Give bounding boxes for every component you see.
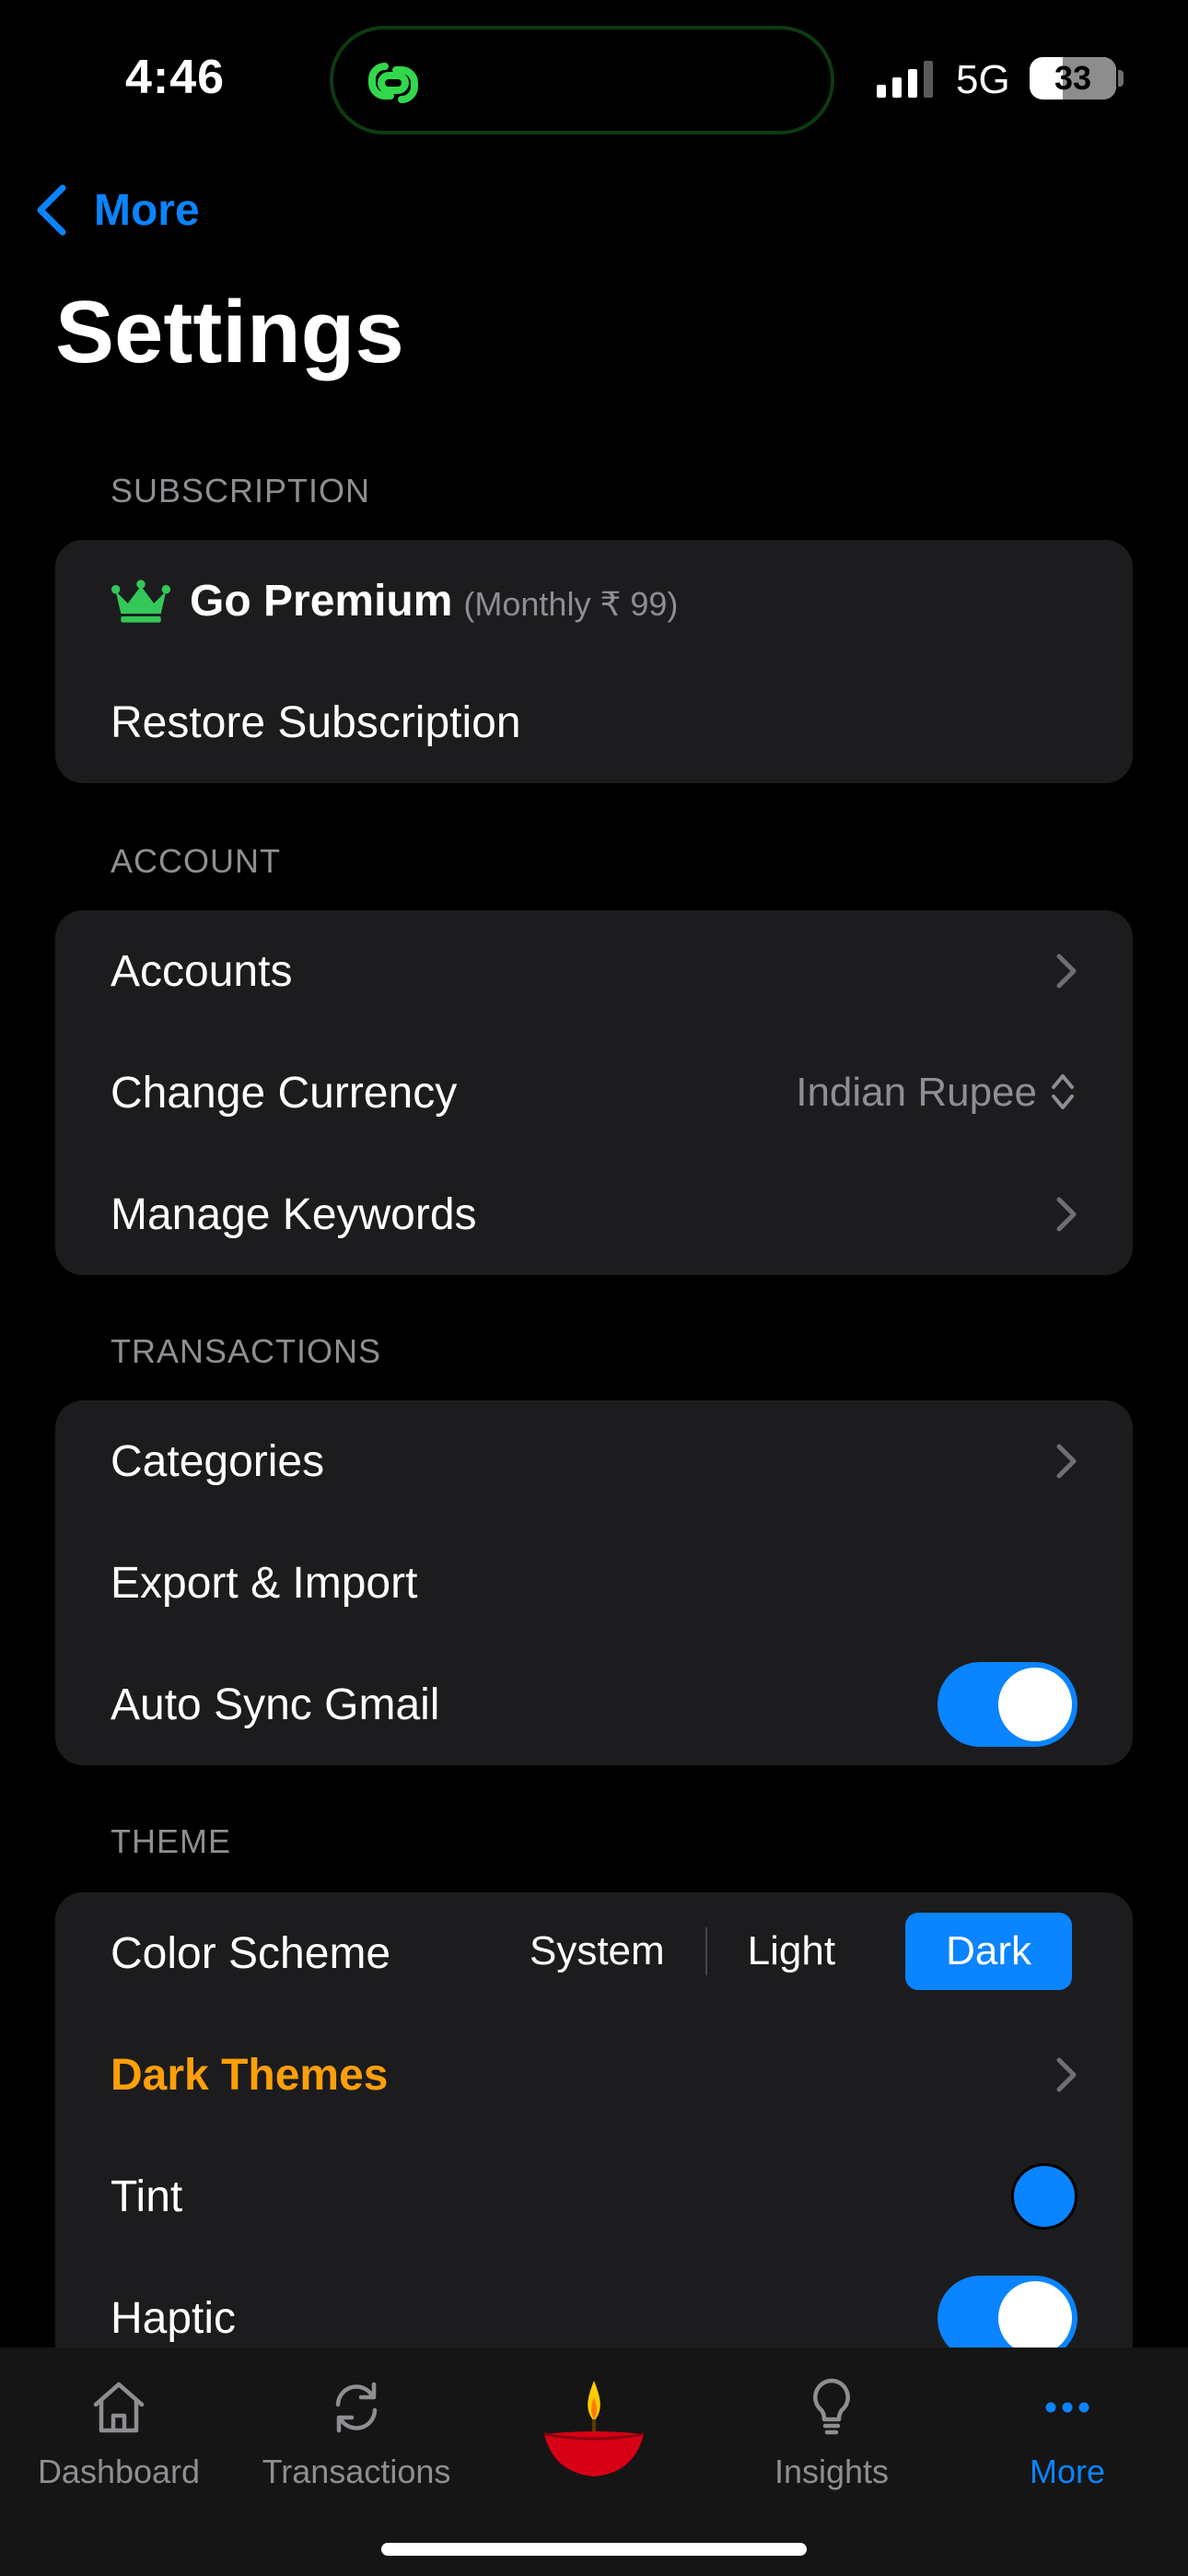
back-label: More [94, 185, 200, 235]
page-title: Settings [55, 283, 404, 381]
section-header-subscription: SUBSCRIPTION [111, 472, 371, 509]
transactions-card: Categories Export & Import Auto Sync Gma… [55, 1400, 1133, 1765]
export-import-label: Export & Import [111, 1558, 418, 1608]
tab-label: Dashboard [37, 2453, 201, 2490]
tint-row[interactable]: Tint [55, 2136, 1133, 2257]
dynamic-island[interactable] [330, 26, 834, 135]
tab-more[interactable]: More [949, 2375, 1186, 2491]
house-icon [93, 2382, 145, 2433]
auto-sync-gmail-row: Auto Sync Gmail [55, 1644, 1133, 1765]
premium-price: (Monthly ₹ 99) [463, 585, 679, 623]
threads-link-icon [368, 63, 418, 103]
categories-label: Categories [111, 1436, 325, 1486]
status-time: 4:46 [125, 51, 226, 104]
status-bar: 4:46 5G 33 [0, 0, 1188, 157]
tab-center-diya[interactable] [475, 2373, 713, 2506]
tint-label: Tint [111, 2172, 183, 2221]
chevron-up-down-icon [1052, 1074, 1074, 1109]
tab-label: More [1029, 2453, 1106, 2490]
chevron-right-icon [1056, 1444, 1077, 1479]
go-premium-label: Go Premium [190, 576, 453, 626]
tab-label: Insights [774, 2453, 890, 2490]
restore-subscription-row[interactable]: Restore Subscription [55, 662, 1133, 783]
tab-insights[interactable]: Insights [713, 2375, 950, 2491]
theme-card: Color Scheme System Light Dark Dark Them… [55, 1892, 1133, 2348]
chevron-right-icon [1056, 2057, 1077, 2092]
color-scheme-label: Color Scheme [111, 1928, 391, 1978]
crown-icon [111, 580, 171, 623]
segment-dark[interactable]: Dark [905, 1913, 1072, 1990]
auto-sync-gmail-label: Auto Sync Gmail [111, 1680, 440, 1729]
chevron-right-icon [1056, 954, 1077, 989]
manage-keywords-label: Manage Keywords [111, 1189, 477, 1239]
ellipsis-icon [1045, 2402, 1089, 2413]
section-header-transactions: TRANSACTIONS [111, 1332, 382, 1370]
network-type: 5G [956, 57, 1010, 102]
lightbulb-icon [813, 2378, 850, 2435]
segment-system[interactable]: System [489, 1913, 705, 1990]
currency-value[interactable]: Indian Rupee [796, 1070, 1037, 1116]
back-button[interactable]: More [33, 181, 200, 240]
subscription-card: Go Premium (Monthly ₹ 99) Restore Subscr… [55, 540, 1133, 783]
dark-themes-label: Dark Themes [111, 2050, 389, 2100]
haptic-label: Haptic [111, 2293, 237, 2343]
accounts-label: Accounts [111, 946, 293, 996]
categories-row[interactable]: Categories [55, 1400, 1133, 1522]
manage-keywords-row[interactable]: Manage Keywords [55, 1153, 1133, 1275]
chevron-left-icon [37, 184, 66, 236]
tab-label: Transactions [262, 2453, 451, 2490]
sync-icon [335, 2382, 378, 2433]
cellular-signal-icon [877, 61, 933, 98]
segment-light[interactable]: Light [707, 1913, 876, 1990]
haptic-toggle[interactable] [938, 2276, 1077, 2348]
tab-dashboard[interactable]: Dashboard [0, 2375, 238, 2491]
section-header-account: ACCOUNT [111, 842, 281, 880]
export-import-row[interactable]: Export & Import [55, 1522, 1133, 1644]
toggle-knob [998, 1668, 1072, 1741]
haptic-row: Haptic [55, 2257, 1133, 2348]
color-scheme-row: Color Scheme System Light Dark [55, 1892, 1133, 2014]
battery-tip [1118, 70, 1124, 87]
tint-color-swatch[interactable] [1011, 2163, 1077, 2230]
tab-bar: Dashboard Transactions Insights More [0, 2348, 1188, 2576]
dark-themes-row[interactable]: Dark Themes [55, 2014, 1133, 2136]
battery-icon: 33 [1030, 57, 1116, 100]
account-card: Accounts Change Currency Indian Rupee Ma… [55, 910, 1133, 1275]
battery-level: 33 [1054, 59, 1092, 97]
restore-subscription-label: Restore Subscription [111, 697, 521, 747]
toggle-knob [998, 2281, 1072, 2348]
go-premium-row[interactable]: Go Premium (Monthly ₹ 99) [55, 540, 1133, 662]
chevron-right-icon [1056, 1197, 1077, 1232]
change-currency-label: Change Currency [111, 1068, 458, 1118]
home-indicator[interactable] [381, 2543, 807, 2556]
color-scheme-segmented-control: System Light Dark [489, 1913, 1072, 1990]
tab-transactions[interactable]: Transactions [238, 2375, 475, 2491]
auto-sync-gmail-toggle[interactable] [938, 1662, 1077, 1747]
diya-lamp-icon [543, 2381, 645, 2476]
accounts-row[interactable]: Accounts [55, 910, 1133, 1032]
section-header-theme: THEME [111, 1822, 231, 1860]
change-currency-row[interactable]: Change Currency Indian Rupee [55, 1032, 1133, 1153]
